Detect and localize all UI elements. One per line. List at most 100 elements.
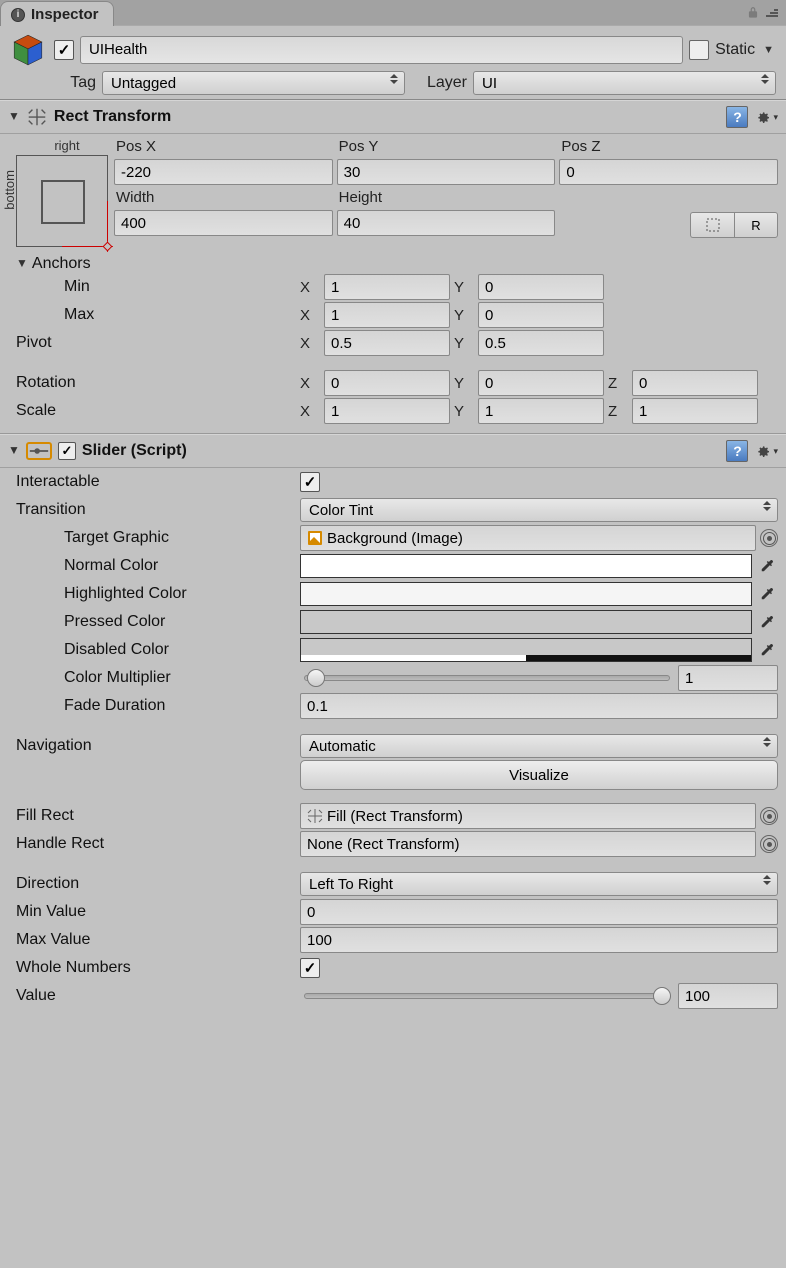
max-value-input[interactable] xyxy=(300,927,778,953)
rect-transform-props: ▼ Anchors Min X Y Max X Y Pivot X xyxy=(0,255,786,433)
posz-label: Pos Z xyxy=(559,138,778,155)
posy-input[interactable] xyxy=(337,159,556,185)
slider-body: Interactable ✓ Transition Color Tint Tar… xyxy=(0,468,786,1018)
tag-value: Untagged xyxy=(111,75,176,92)
anchor-preset-widget[interactable]: right bottom xyxy=(16,138,108,247)
anchor-max-x-input[interactable] xyxy=(324,302,450,328)
axis-x-label: X xyxy=(300,279,320,296)
target-graphic-field[interactable]: Background (Image) xyxy=(300,525,756,551)
scale-z-input[interactable] xyxy=(632,398,758,424)
pivot-x-input[interactable] xyxy=(324,330,450,356)
foldout-icon: ▼ xyxy=(16,256,28,270)
static-dropdown-arrow[interactable]: ▼ xyxy=(761,44,776,56)
transition-label: Transition xyxy=(16,501,296,519)
anchor-max-y-input[interactable] xyxy=(478,302,604,328)
eyedropper-icon[interactable] xyxy=(756,639,778,661)
tag-dropdown[interactable]: Untagged xyxy=(102,71,405,95)
height-label: Height xyxy=(337,189,556,206)
gameobject-icon[interactable] xyxy=(8,32,48,67)
foldout-icon[interactable]: ▼ xyxy=(8,109,20,123)
posz-input[interactable] xyxy=(559,159,778,185)
fill-rect-label: Fill Rect xyxy=(16,807,296,825)
scale-y-input[interactable] xyxy=(478,398,604,424)
help-icon[interactable]: ? xyxy=(726,106,748,128)
pressed-color-label: Pressed Color xyxy=(16,613,296,631)
height-input[interactable] xyxy=(337,210,556,236)
color-multiplier-slider[interactable] xyxy=(304,675,670,681)
panel-menu-icon[interactable] xyxy=(764,9,778,17)
navigation-dropdown[interactable]: Automatic xyxy=(300,734,778,758)
gear-icon[interactable] xyxy=(754,108,772,126)
anchor-min-x-input[interactable] xyxy=(324,274,450,300)
width-input[interactable] xyxy=(114,210,333,236)
min-value-input[interactable] xyxy=(300,899,778,925)
scale-x-input[interactable] xyxy=(324,398,450,424)
image-icon xyxy=(307,530,323,546)
slider-title: Slider (Script) xyxy=(82,442,187,460)
rotation-label: Rotation xyxy=(16,374,296,392)
min-value-label: Min Value xyxy=(16,903,296,921)
fill-rect-field[interactable]: Fill (Rect Transform) xyxy=(300,803,756,829)
normal-color-field[interactable] xyxy=(300,554,752,578)
object-picker-icon[interactable] xyxy=(760,807,778,825)
lock-icon[interactable] xyxy=(746,6,760,20)
inspector-window: i Inspector ✓ Static ▼ xyxy=(0,0,786,1268)
visualize-button[interactable]: Visualize xyxy=(300,760,778,790)
highlighted-color-field[interactable] xyxy=(300,582,752,606)
object-picker-icon[interactable] xyxy=(760,529,778,547)
gameobject-enabled-checkbox[interactable]: ✓ xyxy=(54,40,74,60)
eyedropper-icon[interactable] xyxy=(756,611,778,633)
inspector-tab[interactable]: i Inspector xyxy=(0,1,114,26)
value-input[interactable] xyxy=(678,983,778,1009)
slider-icon xyxy=(26,442,52,460)
disabled-color-label: Disabled Color xyxy=(16,641,296,659)
info-icon: i xyxy=(11,8,25,22)
pressed-color-field[interactable] xyxy=(300,610,752,634)
navigation-label: Navigation xyxy=(16,737,296,755)
slider-enabled-checkbox[interactable]: ✓ xyxy=(58,442,76,460)
max-value-label: Max Value xyxy=(16,931,296,949)
pivot-y-input[interactable] xyxy=(478,330,604,356)
fade-duration-input[interactable] xyxy=(300,693,778,719)
interactable-checkbox[interactable]: ✓ xyxy=(300,472,320,492)
anchors-label: Anchors xyxy=(32,255,91,273)
inspector-tab-label: Inspector xyxy=(31,6,99,23)
value-slider[interactable] xyxy=(304,993,670,999)
direction-dropdown[interactable]: Left To Right xyxy=(300,872,778,896)
handle-rect-field[interactable]: None (Rect Transform) xyxy=(300,831,756,857)
foldout-icon[interactable]: ▼ xyxy=(8,443,20,457)
whole-numbers-checkbox[interactable]: ✓ xyxy=(300,958,320,978)
blueprint-mode-button[interactable] xyxy=(690,212,734,238)
whole-numbers-label: Whole Numbers xyxy=(16,959,296,977)
object-picker-icon[interactable] xyxy=(760,835,778,853)
eyedropper-icon[interactable] xyxy=(756,555,778,577)
layer-dropdown[interactable]: UI xyxy=(473,71,776,95)
transition-dropdown[interactable]: Color Tint xyxy=(300,498,778,522)
posx-input[interactable] xyxy=(114,159,333,185)
rotation-z-input[interactable] xyxy=(632,370,758,396)
interactable-label: Interactable xyxy=(16,473,296,491)
rect-transform-header: ▼ Rect Transform ? ▾ xyxy=(0,100,786,134)
axis-y-label: Y xyxy=(454,279,474,296)
eyedropper-icon[interactable] xyxy=(756,583,778,605)
rotation-x-input[interactable] xyxy=(324,370,450,396)
tag-label: Tag xyxy=(56,74,96,92)
tab-strip: i Inspector xyxy=(0,0,786,26)
layer-label: Layer xyxy=(411,74,467,92)
anchor-max-label: Max xyxy=(16,306,296,324)
disabled-color-field[interactable] xyxy=(300,638,752,662)
help-icon[interactable]: ? xyxy=(726,440,748,462)
anchors-foldout[interactable]: ▼ Anchors xyxy=(16,255,778,273)
color-multiplier-input[interactable] xyxy=(678,665,778,691)
static-checkbox[interactable] xyxy=(689,40,709,60)
fade-duration-label: Fade Duration xyxy=(16,697,296,715)
raw-edit-button[interactable]: R xyxy=(734,212,778,238)
width-label: Width xyxy=(114,189,333,206)
anchor-min-label: Min xyxy=(16,278,296,296)
static-label: Static xyxy=(715,41,755,59)
value-label: Value xyxy=(16,987,296,1005)
anchor-min-y-input[interactable] xyxy=(478,274,604,300)
gameobject-name-input[interactable] xyxy=(80,36,683,64)
gear-icon[interactable] xyxy=(754,442,772,460)
rotation-y-input[interactable] xyxy=(478,370,604,396)
